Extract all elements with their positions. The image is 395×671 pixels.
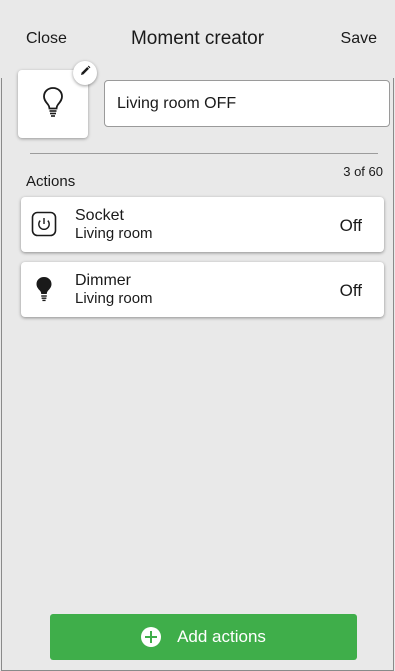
lightbulb-outline-icon: [42, 86, 64, 123]
action-state: Off: [339, 281, 362, 300]
action-title: Dimmer: [75, 272, 131, 289]
pencil-icon: [79, 64, 91, 82]
action-title: Socket: [75, 207, 124, 224]
header: Close Moment creator Save: [0, 0, 395, 78]
actions-section-label: Actions: [26, 173, 76, 190]
action-item-dimmer[interactable]: Dimmer Living room Off: [21, 262, 384, 317]
plus-circle-icon: [141, 627, 162, 647]
add-actions-button[interactable]: Add actions: [50, 614, 357, 660]
action-room: Living room: [75, 290, 153, 307]
add-actions-label: Add actions: [177, 627, 266, 646]
lightbulb-filled-icon: [31, 276, 57, 302]
moment-name-input[interactable]: [104, 80, 390, 127]
action-room: Living room: [75, 225, 153, 242]
actions-count: 3 of 60: [343, 164, 383, 179]
divider: [30, 153, 378, 154]
power-socket-icon: [31, 211, 57, 237]
page-title: Moment creator: [130, 28, 265, 49]
action-item-socket[interactable]: Socket Living room Off: [21, 197, 384, 252]
action-state: Off: [339, 216, 362, 235]
save-button[interactable]: Save: [341, 30, 377, 48]
edit-icon-button[interactable]: [73, 61, 97, 85]
